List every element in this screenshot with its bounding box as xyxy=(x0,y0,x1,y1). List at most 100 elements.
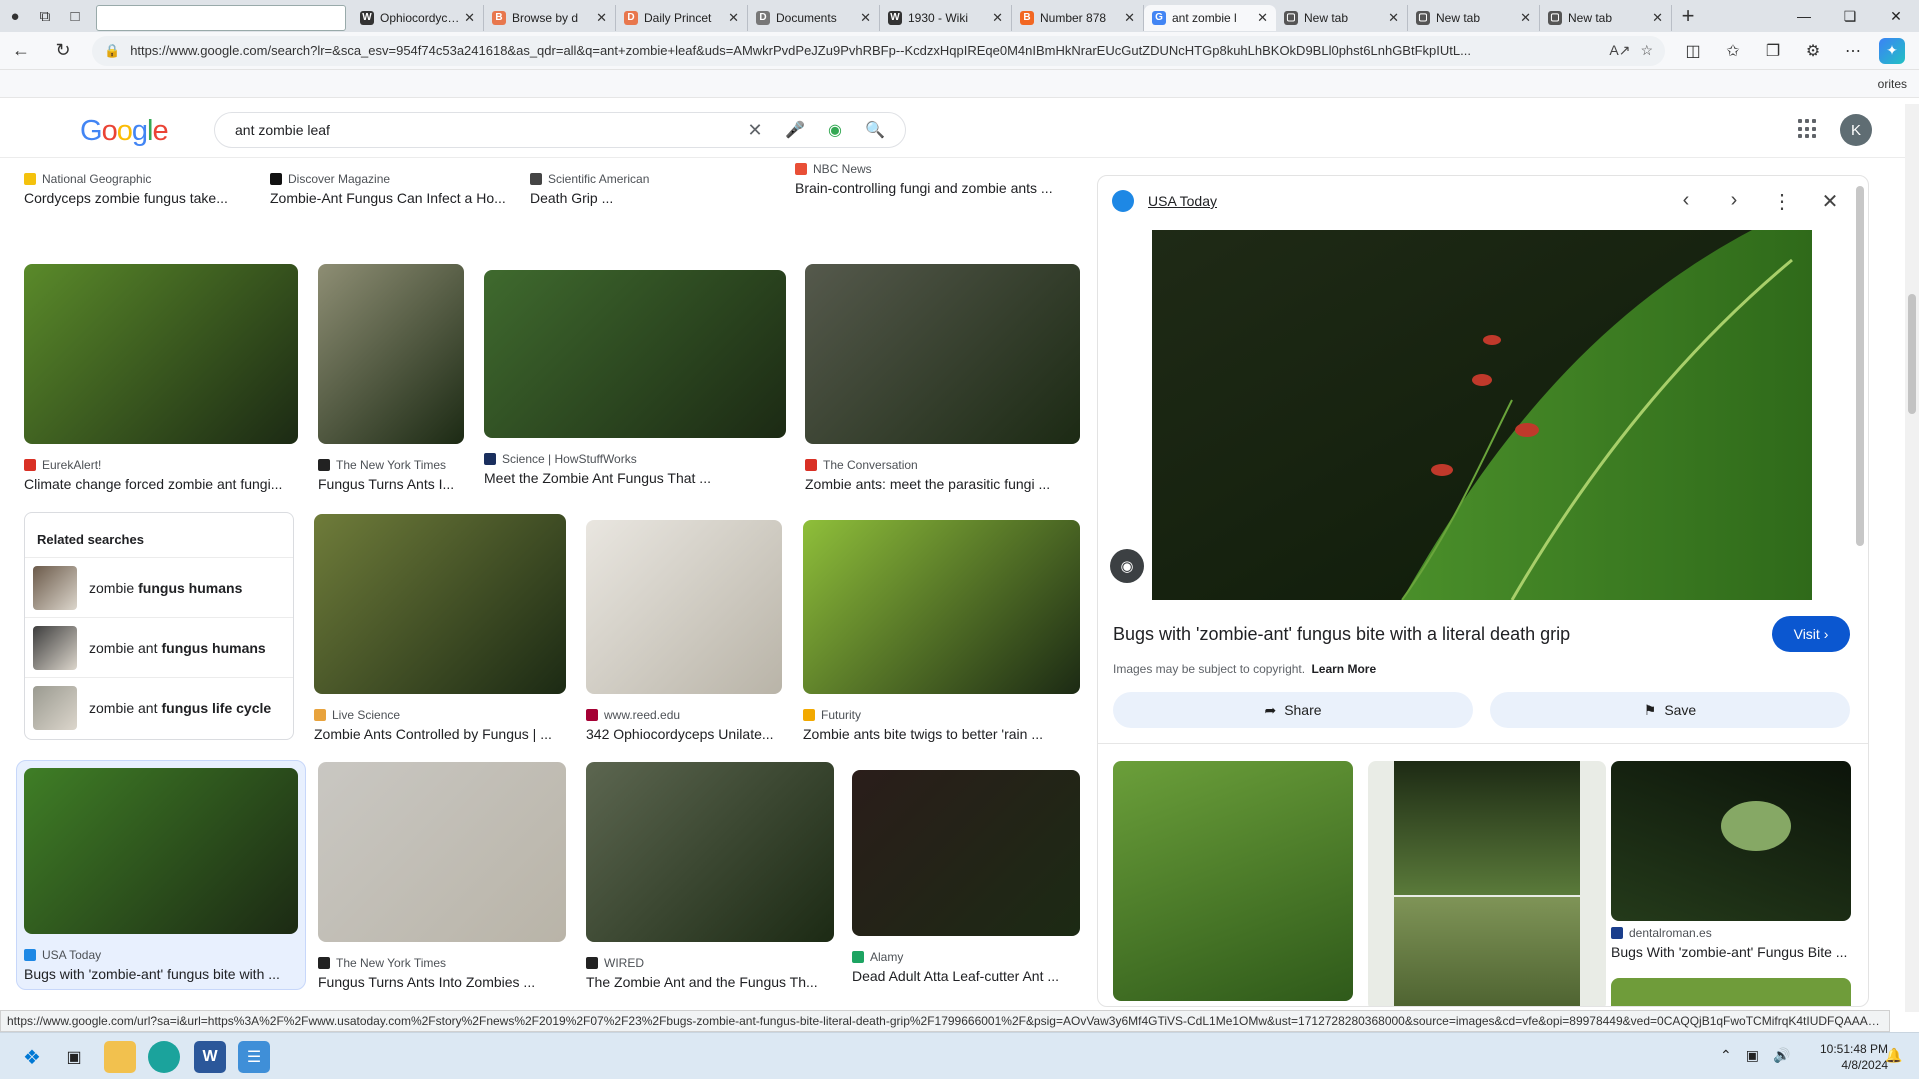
tab-active[interactable]: Gant zombie l ✕ xyxy=(1144,4,1276,31)
share-button[interactable]: ➦ Share xyxy=(1113,692,1473,728)
read-aloud-icon[interactable]: A↗ xyxy=(1609,42,1630,59)
result-thumbnail[interactable] xyxy=(852,770,1080,936)
display-icon[interactable]: ▣ xyxy=(1746,1047,1759,1064)
favorite-star-icon[interactable]: ☆ xyxy=(1640,42,1653,59)
tab[interactable]: ▢ New tab ✕ xyxy=(1276,4,1408,31)
result-caption[interactable]: Fungus Turns Ants Into Zombies ... xyxy=(318,974,566,990)
result-caption[interactable]: Zombie ants: meet the parasitic fungi ..… xyxy=(805,476,1080,492)
image-result[interactable]: Discover Magazine Zombie-Ant Fungus Can I… xyxy=(270,158,510,206)
tab[interactable]: D Daily Princet ✕ xyxy=(616,4,748,31)
preview-title[interactable]: Bugs with 'zombie-ant' fungus bite with … xyxy=(1113,624,1570,645)
result-caption[interactable]: Meet the Zombie Ant Fungus That ... xyxy=(484,470,786,486)
image-result[interactable]: Futurity Zombie ants bite twigs to better… xyxy=(803,520,1080,742)
related-image[interactable] xyxy=(1611,761,1851,921)
tab-close-icon[interactable]: ✕ xyxy=(1520,10,1531,26)
related-search-item[interactable]: zombie ant fungus humans xyxy=(25,618,293,678)
result-caption[interactable]: 342 Ophiocordyceps Unilate... xyxy=(586,726,782,742)
url-field[interactable]: 🔒 https://www.google.com/search?lr=&sca_… xyxy=(92,35,1665,66)
search-input[interactable] xyxy=(235,122,735,138)
tab-close-icon[interactable]: ✕ xyxy=(1257,10,1268,26)
chevron-left-icon[interactable]: ‹ xyxy=(1662,189,1710,214)
tab-close-icon[interactable]: ✕ xyxy=(992,10,1003,26)
related-image[interactable] xyxy=(1368,761,1606,1006)
learn-more-link[interactable]: Learn More xyxy=(1311,662,1376,676)
split-screen-icon[interactable]: ◫ xyxy=(1673,33,1713,69)
image-result[interactable]: Live Science Zombie Ants Controlled by Fu… xyxy=(314,514,566,742)
clock[interactable]: 10:51:48 PM 4/8/2024 xyxy=(1820,1041,1888,1073)
tab[interactable]: B Number 878 ✕ xyxy=(1012,4,1144,31)
extensions-icon[interactable]: ⚙ xyxy=(1793,33,1833,69)
search-icon[interactable]: 🔍 xyxy=(855,120,895,140)
tab-close-icon[interactable]: ✕ xyxy=(1388,10,1399,26)
image-result[interactable]: WIRED The Zombie Ant and the Fungus Th... xyxy=(586,762,834,990)
tab-actions-icon[interactable]: □ xyxy=(60,0,90,32)
result-caption[interactable]: Cordyceps zombie fungus take... xyxy=(24,190,246,206)
result-thumbnail[interactable] xyxy=(803,520,1080,694)
visit-button[interactable]: Visit › xyxy=(1772,616,1850,652)
close-window-icon[interactable]: ✕ xyxy=(1873,0,1919,32)
tab[interactable]: ▢ New tab ✕ xyxy=(1540,4,1672,31)
result-caption[interactable]: Zombie ants bite twigs to better 'rain .… xyxy=(803,726,1080,742)
image-result[interactable]: www.reed.edu 342 Ophiocordyceps Unilate..… xyxy=(586,520,782,742)
image-result[interactable]: EurekAlert! Climate change forced zombie … xyxy=(24,264,298,492)
result-thumbnail[interactable] xyxy=(805,264,1080,444)
chevron-right-icon[interactable]: › xyxy=(1710,189,1758,214)
result-caption[interactable]: The Zombie Ant and the Fungus Th... xyxy=(586,974,834,990)
image-result[interactable]: Science | HowStuffWorks Meet the Zombie A… xyxy=(484,270,786,486)
notifications-icon[interactable]: 🔔 xyxy=(1885,1047,1902,1064)
favorites-icon[interactable]: ✩ xyxy=(1713,33,1753,69)
image-result[interactable]: National Geographic Cordyceps zombie fung… xyxy=(24,158,246,206)
copilot-icon[interactable]: ✦ xyxy=(1879,37,1905,64)
result-thumbnail[interactable] xyxy=(318,264,464,444)
site-info-icon[interactable]: 🔒 xyxy=(104,43,120,59)
new-tab-button[interactable]: + xyxy=(1672,0,1704,32)
tab[interactable]: D Documents ✕ xyxy=(748,4,880,31)
refresh-button[interactable]: ↻ xyxy=(42,33,84,69)
result-caption[interactable]: Bugs with 'zombie-ant' fungus bite with … xyxy=(24,966,298,982)
visual-search-icon[interactable]: ◉ xyxy=(1110,549,1144,583)
result-thumbnail[interactable] xyxy=(484,270,786,438)
back-button[interactable]: ← xyxy=(0,33,42,69)
volume-icon[interactable]: 🔊 xyxy=(1773,1047,1790,1064)
related-search-item[interactable]: zombie ant fungus life cycle xyxy=(25,678,293,738)
result-thumbnail[interactable] xyxy=(318,762,566,942)
image-result[interactable]: Scientific American Death Grip ... xyxy=(530,158,776,206)
task-view-icon[interactable]: ▣ xyxy=(58,1041,90,1073)
image-result[interactable]: The Conversation Zombie ants: meet the pa… xyxy=(805,264,1080,492)
preview-image[interactable] xyxy=(1152,230,1812,601)
profile-icon[interactable]: ● xyxy=(0,0,30,32)
preview-site-link[interactable]: USA Today xyxy=(1148,193,1217,209)
tab-close-icon[interactable]: ✕ xyxy=(1652,10,1663,26)
edge-browser-icon[interactable] xyxy=(148,1041,180,1073)
result-thumbnail[interactable] xyxy=(314,514,566,694)
image-result[interactable]: NBC News Brain-controlling fungi and zomb… xyxy=(795,158,1078,196)
google-logo[interactable]: Google xyxy=(80,115,169,148)
tab-close-icon[interactable]: ✕ xyxy=(860,10,871,26)
related-image[interactable] xyxy=(1611,978,1851,1006)
tab-close-icon[interactable]: ✕ xyxy=(596,10,607,26)
result-thumbnail[interactable] xyxy=(586,520,782,694)
chevron-up-icon[interactable]: ⌃ xyxy=(1720,1047,1732,1064)
tab[interactable] xyxy=(96,4,346,31)
image-result[interactable]: The New York Times Fungus Turns Ants I... xyxy=(318,264,464,492)
result-caption[interactable]: Dead Adult Atta Leaf-cutter Ant ... xyxy=(852,968,1080,984)
collections-icon[interactable]: ❐ xyxy=(1753,33,1793,69)
lens-search-icon[interactable]: ◉ xyxy=(815,120,855,140)
restore-icon[interactable]: ❏ xyxy=(1827,0,1873,32)
start-icon[interactable]: ❖ xyxy=(16,1041,48,1073)
result-caption[interactable]: Climate change forced zombie ant fungi..… xyxy=(24,476,298,492)
tab[interactable]: B Browse by d ✕ xyxy=(484,4,616,31)
tab[interactable]: W Ophiocordyceps ✕ xyxy=(352,4,484,31)
file-explorer-icon[interactable] xyxy=(104,1041,136,1073)
workspaces-icon[interactable]: ⧉ xyxy=(30,0,60,32)
close-icon[interactable]: ✕ xyxy=(1806,189,1854,214)
tab[interactable]: W 1930 - Wiki ✕ xyxy=(880,4,1012,31)
preview-scrollbar[interactable] xyxy=(1856,186,1864,546)
result-caption[interactable]: Brain-controlling fungi and zombie ants … xyxy=(795,180,1078,196)
result-thumbnail[interactable] xyxy=(24,264,298,444)
related-image[interactable] xyxy=(1113,761,1353,1001)
related-image-caption[interactable]: Bugs With 'zombie-ant' Fungus Bite ... xyxy=(1611,944,1851,960)
settings-more-icon[interactable]: ⋯ xyxy=(1833,33,1873,69)
image-result[interactable]: Alamy Dead Adult Atta Leaf-cutter Ant ... xyxy=(852,770,1080,984)
voice-search-icon[interactable]: 🎤 xyxy=(775,120,815,140)
